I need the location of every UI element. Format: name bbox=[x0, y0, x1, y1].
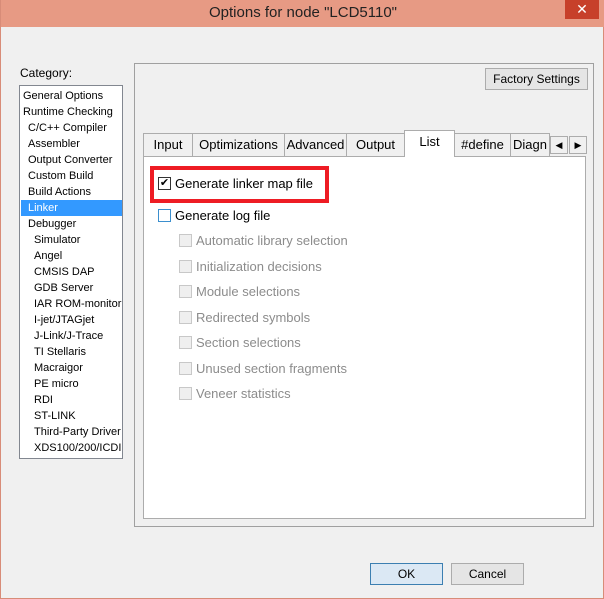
category-item[interactable]: J-Link/J-Trace bbox=[21, 328, 122, 344]
category-item[interactable]: TI Stellaris bbox=[21, 344, 122, 360]
log-suboption-label: Initialization decisions bbox=[196, 258, 322, 274]
category-item[interactable]: Output Converter bbox=[21, 152, 122, 168]
tab-diagn[interactable]: Diagn bbox=[510, 133, 550, 156]
generate-log-checkbox[interactable] bbox=[158, 209, 171, 222]
category-item[interactable]: Third-Party Driver bbox=[21, 424, 122, 440]
close-button[interactable]: ✕ bbox=[565, 0, 599, 19]
category-item[interactable]: Debugger bbox=[21, 216, 122, 232]
category-list[interactable]: General Options Runtime Checking C/C++ Com… bbox=[19, 85, 123, 459]
tab-advanced[interactable]: Advanced bbox=[284, 133, 347, 156]
category-item[interactable]: General Options bbox=[21, 88, 122, 104]
log-suboption-label: Module selections bbox=[196, 284, 301, 299]
log-suboption-label: Redirected symbols bbox=[196, 309, 311, 325]
tab-define[interactable]: #define bbox=[454, 133, 511, 156]
category-item[interactable]: C/C++ Compiler bbox=[21, 120, 122, 136]
category-label: Category: bbox=[20, 66, 73, 80]
category-item[interactable]: Custom Build bbox=[21, 168, 122, 184]
ok-button[interactable]: OK bbox=[370, 563, 443, 585]
tab-input[interactable]: Input bbox=[143, 133, 193, 156]
log-suboption-checkbox[interactable] bbox=[179, 387, 192, 400]
log-suboption-checkbox[interactable] bbox=[179, 310, 192, 324]
log-suboption-checkbox[interactable] bbox=[179, 336, 192, 349]
category-item[interactable]: Linker bbox=[21, 200, 122, 216]
category-item[interactable]: Assembler bbox=[21, 136, 122, 152]
category-item[interactable]: PE micro bbox=[21, 376, 122, 392]
category-item[interactable]: ST-LINK bbox=[21, 408, 122, 424]
tab-list[interactable]: List bbox=[404, 130, 455, 157]
tab-output[interactable]: Output bbox=[346, 133, 405, 156]
log-suboption-label: Section selections bbox=[196, 335, 301, 350]
log-suboption-label: Unused section fragments bbox=[196, 360, 348, 376]
log-suboption-checkbox[interactable] bbox=[179, 234, 192, 247]
category-item[interactable]: Angel bbox=[21, 248, 122, 264]
options-dialog: Options for node "LCD5110" ✕ Category: G… bbox=[0, 0, 604, 599]
log-suboption-label: Veneer statistics bbox=[196, 386, 291, 401]
category-item[interactable]: Build Actions bbox=[21, 184, 122, 200]
tab-scroll-right-button[interactable]: ▶ bbox=[569, 136, 587, 154]
category-item[interactable]: I-jet/JTAGjet bbox=[21, 312, 122, 328]
category-item[interactable]: IAR ROM-monitor bbox=[21, 296, 122, 312]
category-item[interactable]: CMSIS DAP bbox=[21, 264, 122, 280]
tab-scroll-left-button[interactable]: ◀ bbox=[550, 136, 568, 154]
cancel-button[interactable]: Cancel bbox=[451, 563, 524, 585]
category-item[interactable]: Macraigor bbox=[21, 360, 122, 376]
log-suboption-checkbox[interactable] bbox=[179, 259, 192, 273]
category-item[interactable]: GDB Server bbox=[21, 280, 122, 296]
title-bar[interactable]: Options for node "LCD5110" ✕ bbox=[1, 0, 604, 27]
tab-optimizations[interactable]: Optimizations bbox=[192, 133, 285, 156]
generate-log-label: Generate log file bbox=[175, 208, 271, 223]
category-item[interactable]: RDI bbox=[21, 392, 122, 408]
log-suboption-checkbox[interactable] bbox=[179, 285, 192, 298]
log-suboption-checkbox[interactable] bbox=[179, 361, 192, 375]
category-item[interactable]: Simulator bbox=[21, 232, 122, 248]
highlight-box bbox=[150, 166, 329, 203]
category-item[interactable]: Runtime Checking bbox=[21, 104, 122, 120]
window-title: Options for node "LCD5110" bbox=[209, 4, 397, 21]
log-suboption-label: Automatic library selection bbox=[196, 233, 348, 248]
category-item[interactable]: XDS100/200/ICDI bbox=[21, 440, 122, 456]
factory-settings-button[interactable]: Factory Settings bbox=[485, 68, 588, 90]
